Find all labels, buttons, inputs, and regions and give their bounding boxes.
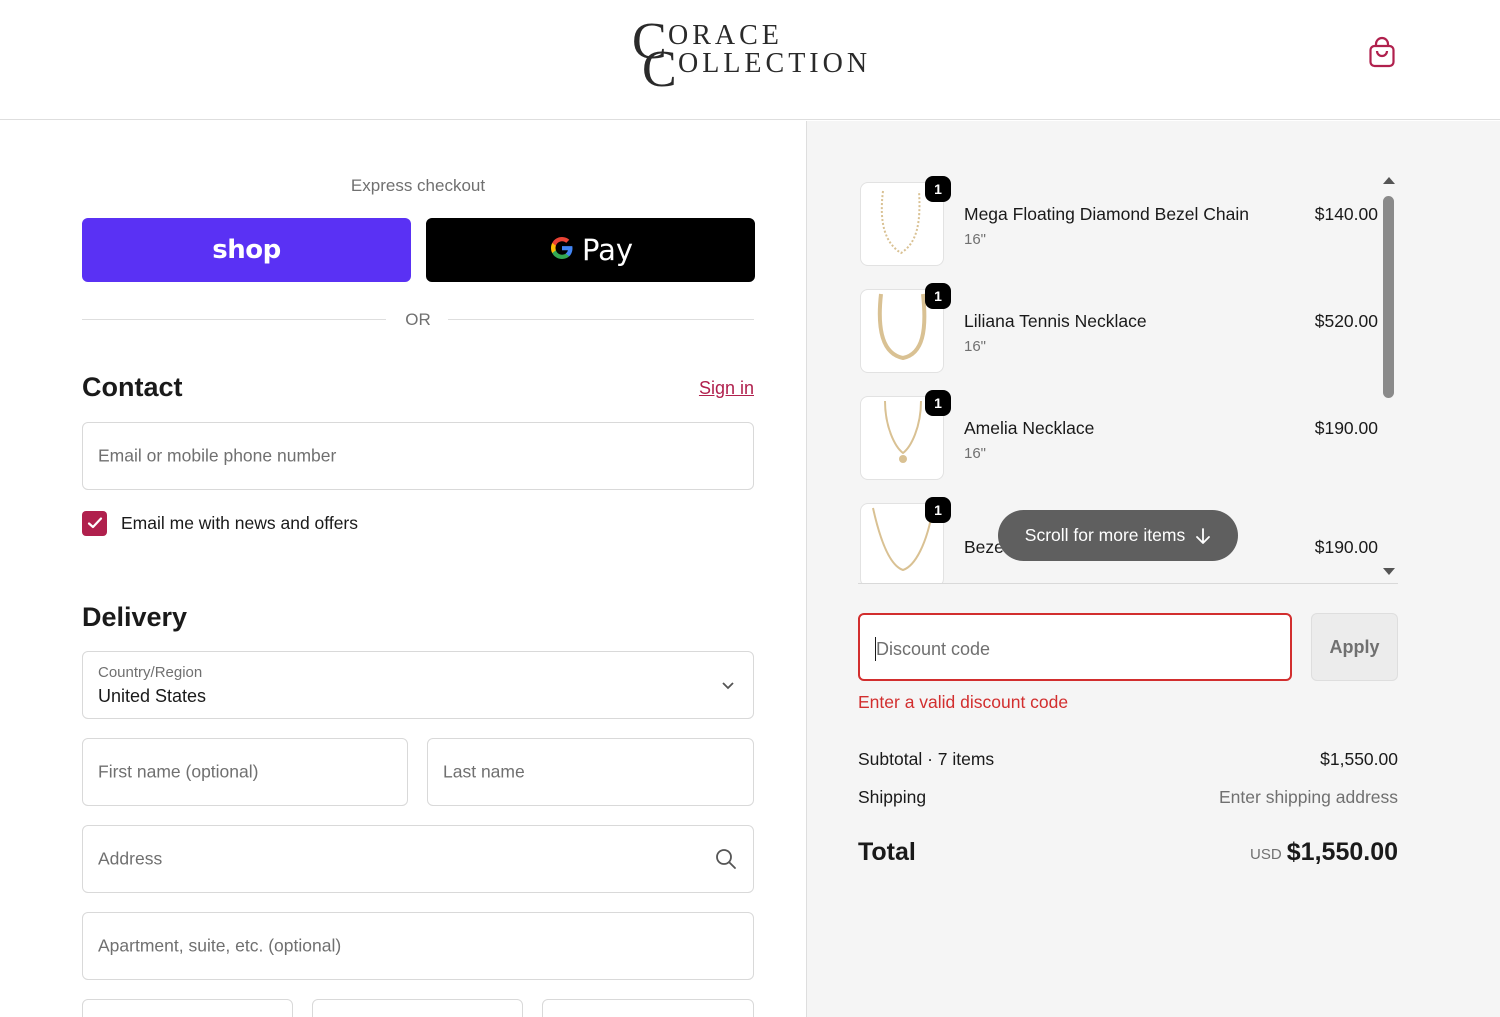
discount-code-input[interactable]: Discount code <box>858 613 1292 681</box>
email-field[interactable]: Email or mobile phone number <box>82 422 754 490</box>
product-name: Liliana Tennis Necklace <box>964 311 1147 331</box>
shopping-bag-icon[interactable] <box>1366 35 1398 69</box>
subtotal-value: $1,550.00 <box>1320 749 1398 769</box>
apartment-field[interactable]: Apartment, suite, etc. (optional) <box>82 912 754 980</box>
separator-line-right <box>448 319 754 320</box>
country-label: Country/Region <box>98 664 203 681</box>
apartment-placeholder: Apartment, suite, etc. (optional) <box>98 935 342 956</box>
shipping-label: Shipping <box>858 787 927 807</box>
logo-line-2: OLLECTION <box>678 48 872 79</box>
email-placeholder: Email or mobile phone number <box>98 445 337 466</box>
zip-field[interactable] <box>542 999 754 1017</box>
scroll-down-arrow[interactable] <box>1383 568 1395 575</box>
quantity-badge: 1 <box>925 176 951 202</box>
list-item: 1 Liliana Tennis Necklace 16" $520.00 <box>858 281 1378 373</box>
product-variant: 16" <box>964 231 987 248</box>
google-g-icon <box>548 234 576 267</box>
country-value: United States <box>98 686 207 706</box>
checkmark-icon <box>87 517 102 529</box>
newsletter-checkbox-row[interactable]: Email me with news and offers <box>82 510 358 536</box>
logo-initial-2: C <box>642 41 677 98</box>
discount-placeholder: Discount code <box>876 639 991 659</box>
product-variant: 16" <box>964 338 987 355</box>
address-field[interactable]: Address <box>82 825 754 893</box>
product-price: $140.00 <box>1314 204 1378 224</box>
total-currency: USD <box>1250 846 1282 863</box>
newsletter-checkbox[interactable] <box>82 510 107 536</box>
total-label: Total <box>858 838 916 866</box>
brand-logo[interactable]: C ORACE C OLLECTION <box>632 16 867 96</box>
country-select[interactable]: Country/Region United States <box>82 651 754 719</box>
quantity-badge: 1 <box>925 283 951 309</box>
quantity-badge: 1 <box>925 390 951 416</box>
scroll-hint-label: Scroll for more items <box>1024 525 1186 545</box>
quantity-badge: 1 <box>925 497 951 523</box>
arrow-down-icon <box>1196 527 1211 544</box>
subtotal-label: Subtotal · 7 items <box>858 749 995 769</box>
last-name-field[interactable]: Last name <box>427 738 754 806</box>
product-price: $520.00 <box>1314 311 1378 331</box>
product-name: Mega Floating Diamond Bezel Chain <box>964 204 1250 224</box>
list-item: 1 Mega Floating Diamond Bezel Chain 16" … <box>858 174 1378 266</box>
express-checkout-title: Express checkout <box>350 176 486 195</box>
separator-line-left <box>82 319 386 320</box>
shop-pay-button[interactable]: shop <box>82 218 411 282</box>
contact-heading: Contact <box>82 372 183 402</box>
google-pay-button[interactable]: Pay <box>426 218 755 282</box>
scroll-up-arrow[interactable] <box>1383 177 1395 184</box>
sign-in-link[interactable]: Sign in <box>654 378 754 399</box>
first-name-field[interactable]: First name (optional) <box>82 738 408 806</box>
google-pay-label: Pay <box>581 233 634 267</box>
site-header: C ORACE C OLLECTION <box>0 0 1500 120</box>
discount-error-message: Enter a valid discount code <box>858 692 1069 712</box>
items-scrollbar-thumb[interactable] <box>1383 196 1394 398</box>
address-placeholder: Address <box>98 848 163 869</box>
first-name-placeholder: First name (optional) <box>98 761 259 782</box>
product-price: $190.00 <box>1314 537 1378 557</box>
total-value: $1,550.00 <box>1286 838 1398 866</box>
last-name-placeholder: Last name <box>443 761 525 782</box>
chevron-down-icon <box>722 682 734 690</box>
product-price: $190.00 <box>1314 418 1378 438</box>
apply-discount-button[interactable]: Apply <box>1311 613 1398 681</box>
scroll-for-more-button[interactable]: Scroll for more items <box>998 510 1238 561</box>
shipping-value: Enter shipping address <box>1219 787 1398 807</box>
newsletter-label: Email me with news and offers <box>121 512 359 533</box>
product-name: Amelia Necklace <box>964 418 1095 438</box>
delivery-heading: Delivery <box>82 602 188 632</box>
search-icon <box>716 849 736 869</box>
or-separator: OR <box>82 308 754 332</box>
state-select[interactable] <box>312 999 523 1017</box>
or-label: OR <box>405 310 431 329</box>
city-field[interactable] <box>82 999 293 1017</box>
product-variant: 16" <box>964 445 987 462</box>
list-item: 1 Amelia Necklace 16" $190.00 <box>858 388 1378 480</box>
